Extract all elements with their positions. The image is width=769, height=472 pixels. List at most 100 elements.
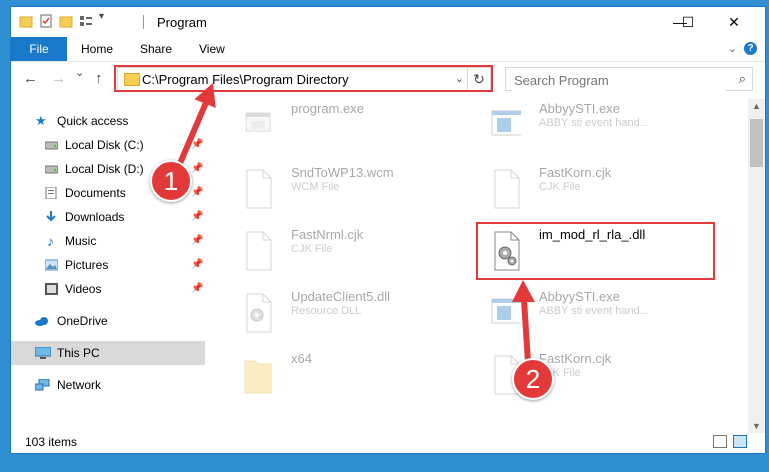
vertical-scrollbar[interactable]: ▲ ▼ — [748, 99, 765, 433]
file-name: FastKorn.cjk — [539, 165, 612, 180]
maximize-button[interactable]: ☐ — [665, 7, 711, 37]
pictures-icon — [45, 259, 58, 271]
search-icon: ⌕ — [738, 71, 746, 86]
file-name: program.exe — [291, 101, 364, 116]
sidebar-item-label: Local Disk (C:) — [65, 138, 144, 152]
list-item[interactable]: FastKorn.cjk CJK File — [479, 163, 719, 219]
scroll-down-icon[interactable]: ▼ — [752, 421, 761, 431]
folder-icon — [244, 360, 272, 394]
file-type: WCM File — [291, 181, 340, 193]
pin-icon: 📌 — [191, 235, 204, 246]
sidebar-item-label: Downloads — [65, 210, 125, 224]
blank-file-icon — [246, 231, 272, 271]
blank-file-icon — [494, 169, 520, 209]
list-item[interactable]: UpdateClient5.dll Resource DLL — [231, 287, 471, 343]
dll-gear-icon — [246, 293, 272, 333]
pin-icon: 📌 — [191, 211, 204, 222]
customize-toolbar-icon[interactable]: ▾ — [99, 11, 113, 25]
search-box[interactable]: ⌕ — [505, 67, 753, 91]
sidebar-item-label: This PC — [57, 346, 100, 360]
download-icon — [46, 211, 56, 222]
file-type: Resource DLL — [291, 305, 362, 317]
file-name: FastNrml.cjk — [291, 227, 364, 242]
music-icon: ♪ — [47, 233, 54, 249]
file-type: CJK File — [539, 181, 581, 193]
new-folder-icon[interactable] — [59, 14, 73, 28]
list-item[interactable]: SndToWP13.wcm WCM File — [231, 163, 471, 219]
file-type: ABBY sti event hand... — [539, 305, 649, 317]
sidebar-item-videos[interactable]: Videos 📌 — [11, 277, 205, 301]
address-highlight-box — [114, 65, 493, 92]
file-name: UpdateClient5.dll — [291, 289, 391, 304]
tab-file[interactable]: File — [11, 37, 67, 61]
details-view-icon[interactable] — [713, 435, 727, 448]
sidebar-item-label: Local Disk (D:) — [65, 162, 144, 176]
sidebar-item-quick-access[interactable]: ★ Quick access — [11, 109, 205, 133]
large-icons-view-icon[interactable] — [733, 435, 747, 448]
file-type: CJK File — [291, 243, 333, 255]
status-bar: 103 items — [11, 431, 765, 453]
file-highlight-box — [476, 222, 715, 280]
recent-locations-button[interactable]: ⌄ — [75, 66, 84, 79]
sidebar-item-label: Network — [57, 378, 102, 392]
sidebar-item-label: Quick access — [57, 114, 129, 128]
search-input[interactable] — [512, 69, 726, 91]
pin-icon: 📌 — [191, 259, 204, 270]
navigation-pane: ★ Quick access Local Disk (C:) 📌 Local D… — [11, 103, 205, 433]
computer-icon — [35, 347, 51, 359]
folder-icon[interactable] — [19, 14, 33, 28]
sidebar-item-label: Pictures — [65, 258, 109, 272]
view-options-icon[interactable] — [79, 14, 93, 28]
exe-icon — [245, 112, 271, 132]
title-separator — [143, 15, 144, 29]
file-name: AbbyySTI.exe — [539, 289, 620, 304]
file-name: SndToWP13.wcm — [291, 165, 394, 180]
file-name: x64 — [291, 351, 312, 366]
file-type: ABBY sti event hand... — [539, 117, 649, 129]
tab-home[interactable]: Home — [81, 37, 113, 61]
sidebar-item-label: Music — [65, 234, 97, 248]
network-icon — [35, 379, 50, 391]
list-item[interactable]: program.exe — [231, 99, 471, 155]
tab-share[interactable]: Share — [140, 37, 172, 61]
blank-file-icon — [246, 169, 272, 209]
sidebar-item-network[interactable]: Network — [11, 373, 205, 397]
close-button[interactable]: ✕ — [711, 7, 757, 37]
star-icon: ★ — [35, 113, 47, 128]
sidebar-item-music[interactable]: ♪ Music 📌 — [11, 229, 205, 253]
callout-1: 1 — [150, 160, 192, 202]
pin-icon: 📌 — [191, 139, 204, 150]
ribbon: File Home Share View ⌄ ? — [11, 37, 765, 62]
pin-icon: 📌 — [191, 187, 204, 198]
cloud-icon — [35, 317, 48, 326]
window-app-icon — [491, 110, 521, 136]
list-item[interactable]: AbbyySTI.exe ABBY sti event hand... — [479, 99, 719, 155]
list-item[interactable]: FastNrml.cjk CJK File — [231, 225, 471, 281]
scroll-thumb[interactable] — [750, 119, 763, 167]
sidebar-item-onedrive[interactable]: OneDrive — [11, 309, 205, 333]
sidebar-item-downloads[interactable]: Downloads 📌 — [11, 205, 205, 229]
sidebar-item-label: OneDrive — [57, 314, 108, 328]
properties-icon[interactable] — [39, 14, 53, 28]
list-item[interactable]: x64 — [231, 349, 471, 405]
help-icon[interactable]: ? — [744, 42, 757, 55]
window-app-icon — [491, 298, 521, 324]
forward-button[interactable]: → — [51, 70, 66, 87]
list-item[interactable]: AbbyySTI.exe ABBY sti event hand... — [479, 287, 719, 343]
tab-view[interactable]: View — [199, 37, 225, 61]
sidebar-item-local-disk-c[interactable]: Local Disk (C:) 📌 — [11, 133, 205, 157]
back-button[interactable]: ← — [23, 70, 38, 87]
scroll-up-icon[interactable]: ▲ — [752, 101, 761, 111]
up-button[interactable]: ↑ — [95, 70, 103, 87]
sidebar-item-label: Documents — [65, 186, 126, 200]
expand-ribbon-icon[interactable]: ⌄ — [728, 42, 737, 55]
item-count: 103 items — [25, 435, 78, 449]
file-name: FastKorn.cjk — [539, 351, 612, 366]
sidebar-item-this-pc[interactable]: This PC — [11, 341, 205, 365]
drive-icon — [45, 165, 58, 174]
videos-icon — [45, 283, 58, 295]
pin-icon: 📌 — [191, 283, 204, 294]
window-title: Program — [157, 15, 207, 30]
sidebar-item-pictures[interactable]: Pictures 📌 — [11, 253, 205, 277]
title-bar: ▾ Program — ☐ ✕ — [11, 7, 765, 37]
